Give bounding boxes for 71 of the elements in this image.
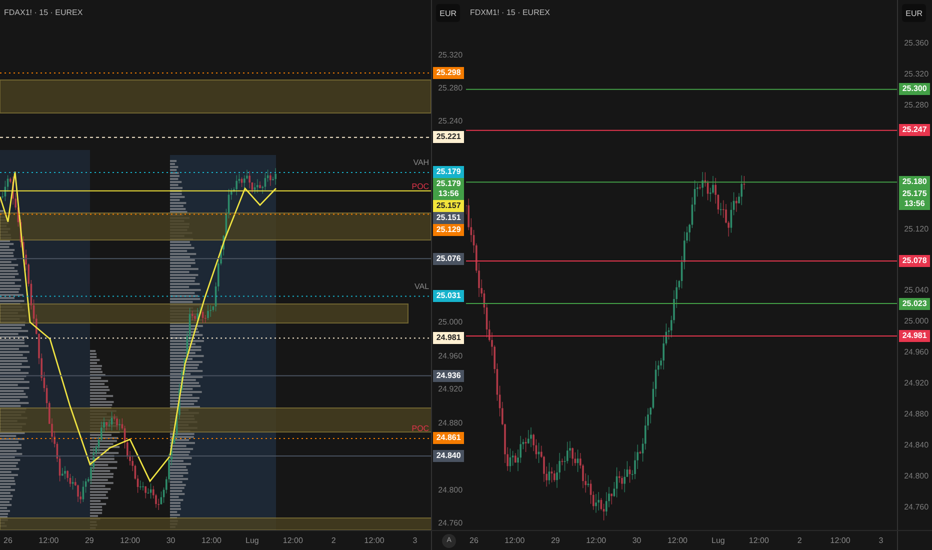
price-label: 25.175 13:56 (899, 188, 930, 210)
price-tick: 24.760 (438, 518, 463, 528)
level-tag: VAL (414, 282, 430, 292)
price-label: 25.221 (433, 131, 464, 144)
time-tick: Lug (246, 536, 259, 545)
time-tick: 2 (797, 536, 802, 545)
time-tick: 30 (632, 536, 642, 545)
time-tick: 2 (331, 536, 336, 545)
price-tick: 24.880 (904, 410, 929, 419)
price-tick: 24.800 (438, 485, 463, 494)
price-tick: 25.320 (438, 50, 463, 60)
price-tick: 25.320 (904, 69, 929, 78)
price-tick: 24.800 (904, 471, 929, 480)
time-tick: 12:00 (504, 536, 525, 545)
price-tick: 25.120 (904, 224, 929, 234)
time-tick: 12:00 (282, 536, 303, 545)
price-label: 25.298 (433, 66, 464, 79)
time-tick: 29 (84, 536, 94, 545)
price-tick: 24.960 (438, 351, 463, 360)
price-tick: 24.960 (904, 348, 929, 357)
time-tick: 3 (878, 536, 884, 545)
price-tick: 24.840 (904, 440, 929, 450)
price-label: 24.981 (899, 330, 930, 342)
currency-button[interactable]: EUR (902, 4, 926, 22)
price-tick: 25.040 (904, 286, 929, 295)
price-label: 25.129 (433, 224, 464, 236)
price-label: 25.151 (433, 212, 464, 224)
level-tag: POC (412, 182, 430, 191)
price-tick: 24.920 (438, 384, 463, 394)
price-label: 25.179 13:56 (433, 178, 464, 200)
time-tick: 12:00 (201, 536, 222, 545)
price-tick: 25.280 (904, 100, 929, 110)
time-tick: 12:00 (667, 536, 688, 545)
time-tick: 26 (4, 536, 12, 545)
price-tick: 25.240 (438, 116, 463, 126)
time-tick: 12:00 (830, 536, 850, 545)
price-label: 25.076 (433, 252, 464, 265)
price-label: 25.180 (899, 176, 930, 188)
price-tick: 25.280 (438, 84, 463, 92)
level-tag: POC (412, 424, 430, 434)
price-label: 25.031 (433, 290, 464, 302)
level-tag: VAH (413, 158, 430, 168)
price-tick: 25.000 (904, 316, 929, 326)
chart-title: FDXM1! · 15 · EUREX (470, 8, 550, 17)
price-label: 25.300 (899, 83, 930, 96)
price-tick: 25.000 (438, 318, 463, 327)
time-tick: Lug (712, 536, 725, 545)
price-tick: 24.880 (438, 418, 463, 428)
time-tick: 30 (166, 536, 176, 545)
time-tick: 3 (412, 536, 418, 545)
time-tick: 12:00 (364, 536, 384, 545)
price-label: 25.078 (899, 254, 930, 267)
price-tick: 25.360 (904, 38, 929, 48)
currency-button[interactable]: EUR (436, 4, 460, 22)
time-tick: 29 (550, 536, 560, 545)
price-tick: 24.760 (904, 502, 929, 512)
price-label: 24.981 (433, 332, 464, 344)
price-label: 24.861 (433, 432, 464, 444)
time-tick: 12:00 (120, 536, 140, 545)
price-label: 25.247 (899, 124, 930, 136)
time-tick: 12:00 (748, 536, 769, 545)
price-label: 25.023 (899, 298, 930, 310)
time-tick: 12:00 (586, 536, 606, 545)
time-tick: 12:00 (38, 536, 59, 545)
price-label: 25.179 (433, 166, 464, 178)
chart-title: FDAX1! · 15 · EUREX (4, 8, 83, 17)
price-label: 24.840 (433, 450, 464, 462)
price-label: 25.157 (433, 200, 464, 212)
price-label: 24.936 (433, 370, 464, 382)
time-tick: 26 (470, 536, 478, 545)
price-tick: 24.920 (904, 378, 929, 388)
